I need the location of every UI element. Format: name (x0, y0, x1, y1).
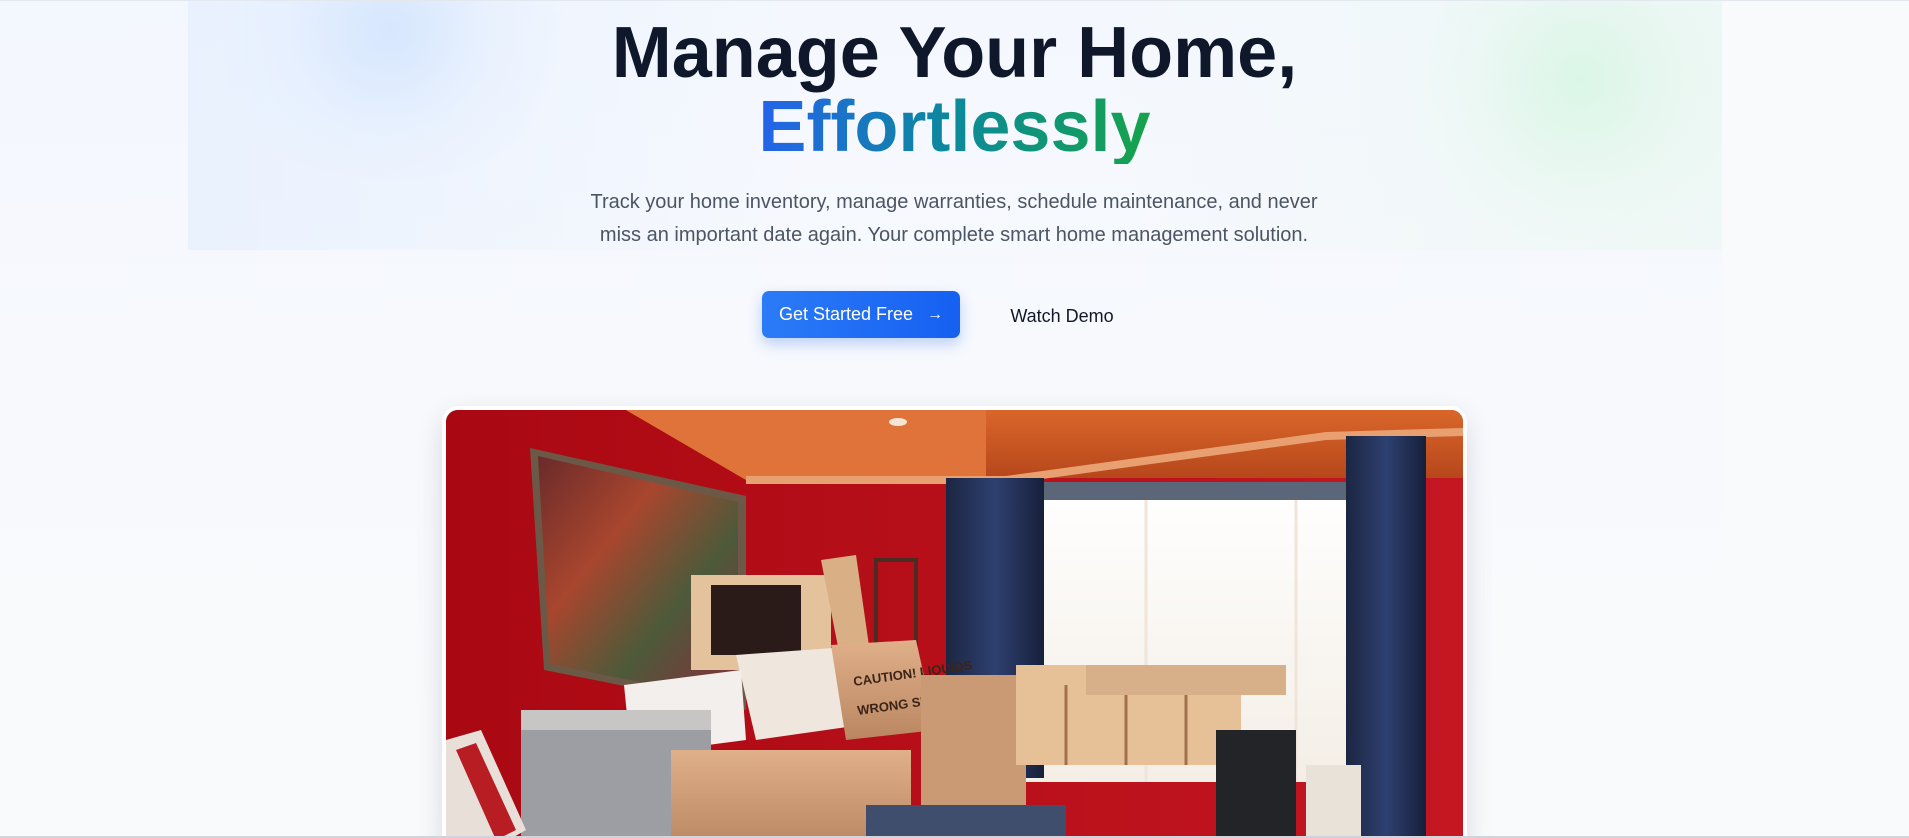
hero-image: CAUTION! LIQUIDS WRONG SIDE UP (446, 410, 1463, 838)
hero-subtitle: Track your home inventory, manage warran… (554, 186, 1354, 252)
get-started-button[interactable]: Get Started Free → (762, 291, 960, 338)
hero-headline-line2-wrap: Effortlessly (0, 90, 1909, 164)
room-illustration: CAUTION! LIQUIDS WRONG SIDE UP (446, 410, 1463, 838)
landing-page: Manage Your Home, Effortlessly Track you… (0, 0, 1909, 838)
hero-subtitle-line1: Track your home inventory, manage warran… (590, 191, 1318, 213)
hero-headline-line1: Manage Your Home, (611, 13, 1298, 93)
watch-demo-button[interactable]: Watch Demo (990, 295, 1134, 337)
top-divider (0, 0, 1909, 1)
hero-headline: Manage Your Home, Effortlessly (0, 16, 1909, 164)
hero-subtitle-line2: miss an important date again. Your compl… (599, 224, 1309, 246)
arrow-right-icon: → (927, 305, 944, 323)
hero-headline-accent: Effortlessly (758, 87, 1151, 167)
hero-cta-row: Get Started Free → Watch Demo (0, 291, 1909, 339)
get-started-label: Get Started Free (778, 304, 914, 324)
